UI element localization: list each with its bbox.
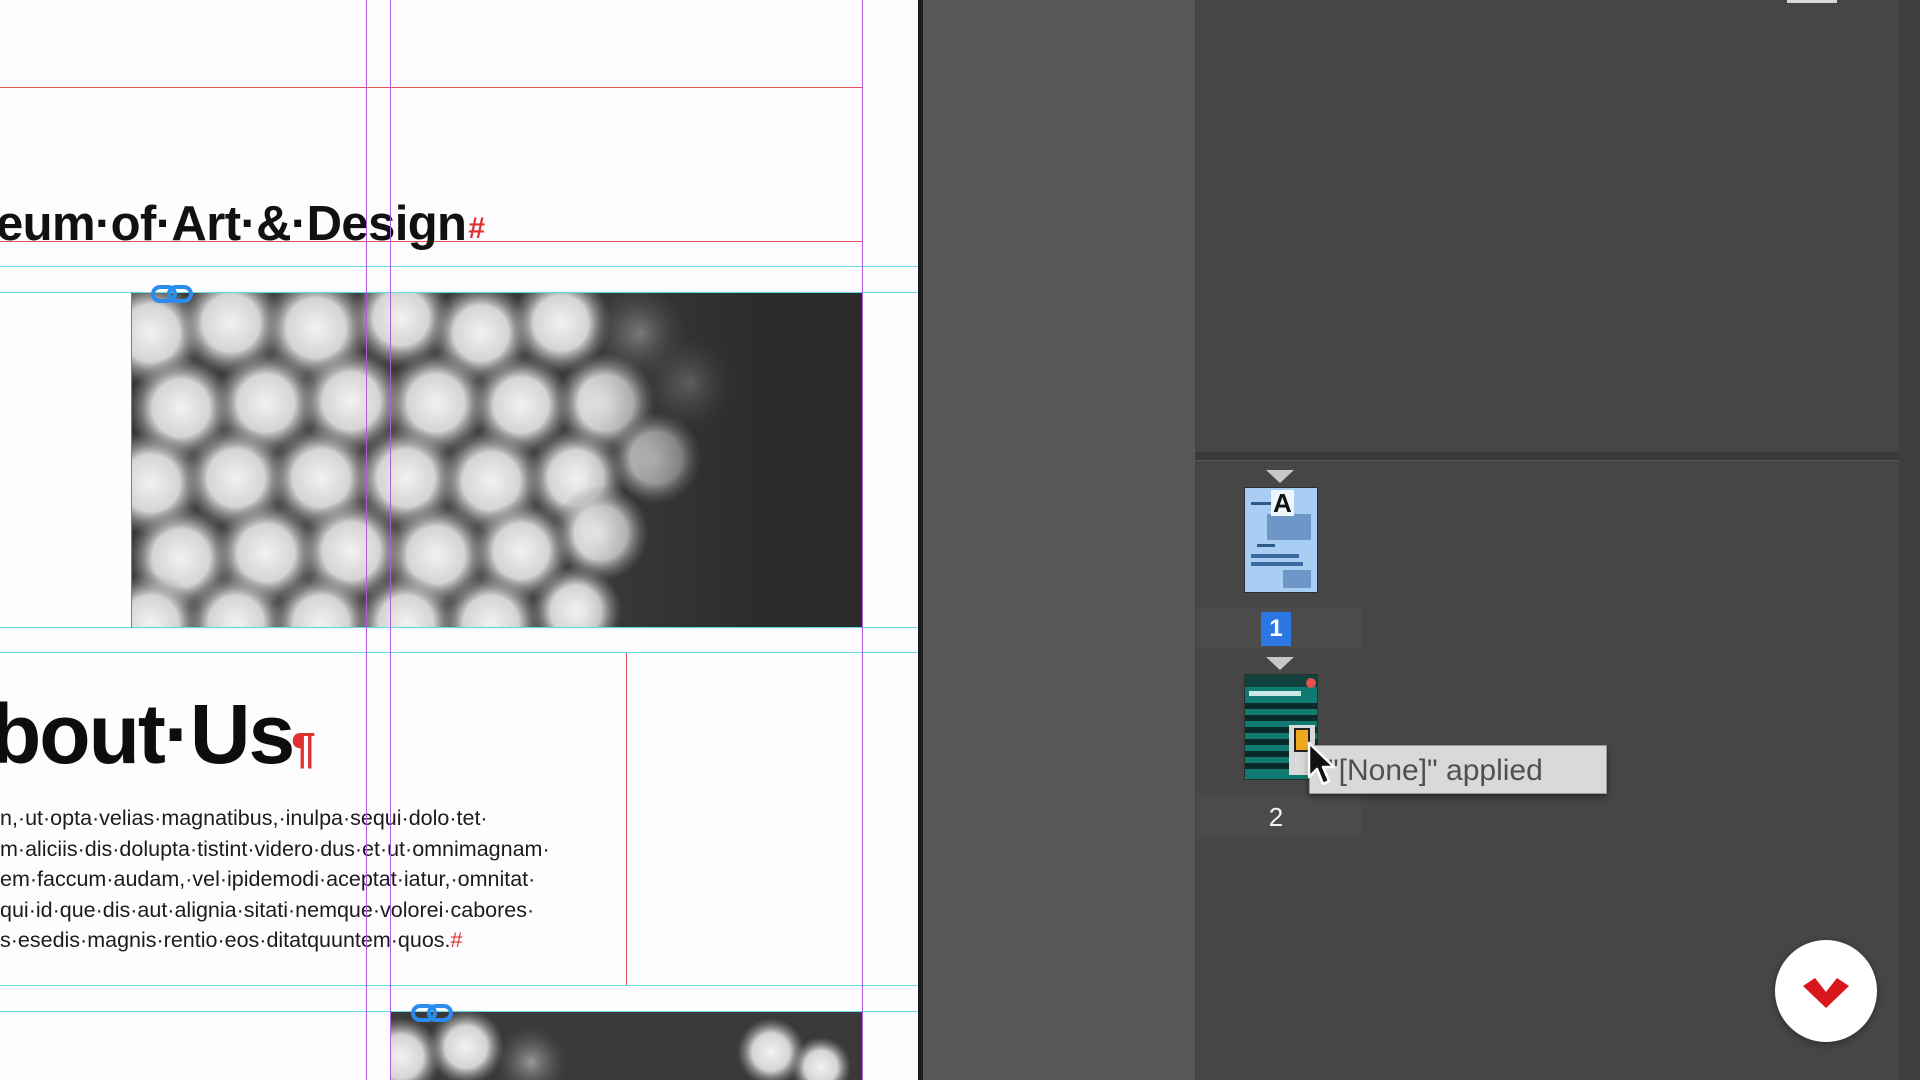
arrow-cursor-icon [1307,741,1336,786]
margin-guide [0,87,863,88]
applied-tooltip: "[None]" applied [1309,745,1607,794]
link-icon[interactable] [151,284,193,304]
page-number-1[interactable]: 1 [1261,612,1291,646]
end-of-story-mark: # [450,928,463,952]
margin-guide-vertical [862,0,863,1080]
section-heading-text: bout·Us [0,687,295,781]
panel-section-divider[interactable] [1195,452,1899,461]
column-guide [0,627,918,628]
panel-scrollbar[interactable] [1899,0,1920,1080]
image-frame[interactable] [391,1012,863,1080]
body-line: em·faccum·audam,·vel·ipidemodi·aceptat·i… [0,867,536,891]
document-page[interactable]: eum·of·Art·&·Design# bout·Us¶ n,·ut·opta… [0,0,918,1080]
app-logo-icon [1803,978,1849,1008]
page-thumbnail-1[interactable]: A [1244,487,1318,593]
column-guide [0,652,918,653]
frame-edge [131,292,132,628]
column-guide-vertical [366,0,367,1080]
app-logo-button[interactable] [1775,940,1877,1042]
parent-page-indicator-icon [1266,470,1294,483]
end-of-story-mark: # [468,212,485,245]
body-line: m·aliciis·dis·dolupta·tistint·videro·dus… [0,836,550,861]
body-line: s·esedis·magnis·rentio·eos·ditatquuntem·… [0,928,451,952]
link-icon[interactable] [411,1003,453,1023]
museum-heading[interactable]: eum·of·Art·&·Design# [0,196,485,252]
parent-page-label: A [1271,488,1294,518]
about-us-heading[interactable]: bout·Us¶ [0,686,316,783]
column-guide-vertical [390,0,391,1080]
parent-page-indicator-icon [1266,657,1294,670]
body-line: n,·ut·opta·velias·magnatibus,·inulpa·seq… [0,806,488,830]
pasteboard[interactable] [923,0,1195,1080]
bokeh-image [391,1012,863,1080]
column-guide [0,985,918,986]
image-frame[interactable] [131,293,863,627]
heading-text: eum·of·Art·&·Design [0,197,467,251]
panel-control[interactable] [1787,0,1837,3]
page-number-2[interactable]: 2 [1261,800,1291,834]
column-guide [0,266,918,267]
body-text-frame[interactable]: n,·ut·opta·velias·magnatibus,·inulpa·seq… [0,803,620,956]
body-line: qui·id·que·dis·aut·alignia·sitati·nemque… [0,897,535,922]
frame-edge [626,653,627,985]
paragraph-mark: ¶ [291,724,316,773]
bokeh-image [131,293,863,627]
tooltip-text: "[None]" applied [1328,754,1543,787]
